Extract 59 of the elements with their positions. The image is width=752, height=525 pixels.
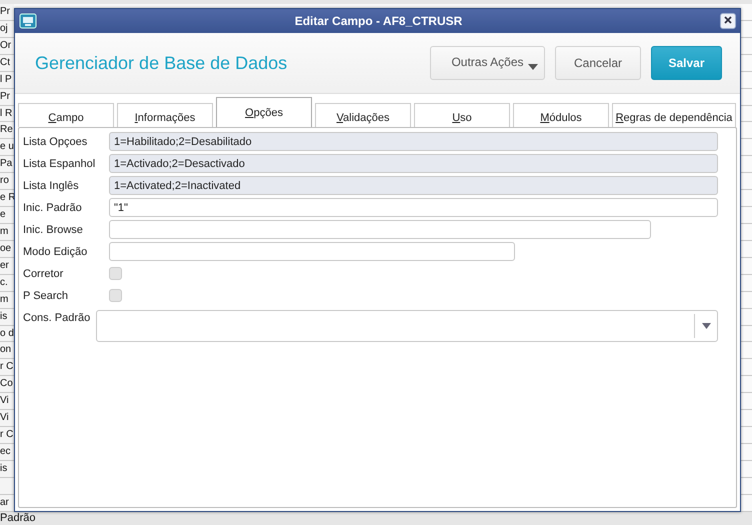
- list-cell: ar: [0, 494, 14, 512]
- list-cell: r C: [0, 359, 14, 376]
- tab[interactable]: Uso: [414, 103, 510, 127]
- list-cell: Pr: [0, 88, 14, 106]
- list-cell: Co: [0, 376, 14, 394]
- tab[interactable]: Validações: [315, 103, 411, 127]
- tab[interactable]: Regras de dependência: [612, 103, 736, 127]
- list-cell: l R: [0, 106, 14, 122]
- input-field[interactable]: "1": [109, 198, 718, 217]
- cancel-button[interactable]: Cancelar: [555, 46, 641, 80]
- close-icon: [724, 16, 732, 24]
- input-field[interactable]: 1=Activado;2=Desactivado: [109, 154, 718, 173]
- field-label: Lista Opçoes: [23, 136, 88, 148]
- list-cell: r C: [0, 427, 14, 444]
- tab[interactable]: Opções: [216, 97, 312, 127]
- window-title: Editar Campo - AF8_CTRUSR: [294, 14, 464, 28]
- list-cell: oj: [0, 20, 14, 38]
- field-label: Inic. Padrão: [23, 202, 83, 214]
- tab[interactable]: Campo: [18, 103, 114, 127]
- dropdown-field[interactable]: [96, 310, 718, 342]
- list-cell: on: [0, 342, 14, 360]
- input-field[interactable]: 1=Habilitado;2=Desabilitado: [109, 132, 718, 151]
- field-label: P Search: [23, 290, 70, 302]
- list-cell: oe: [0, 240, 14, 258]
- field-label: Inic. Browse: [23, 224, 84, 236]
- input-field[interactable]: [109, 220, 651, 239]
- list-cell: er: [0, 258, 14, 275]
- list-cell: Pr: [0, 4, 14, 21]
- list-cell: ro: [0, 173, 14, 190]
- field-label: Corretor: [23, 268, 64, 280]
- close-button[interactable]: [720, 13, 736, 29]
- field-label: Lista Inglês: [23, 180, 80, 192]
- list-cell: Vi: [0, 410, 14, 428]
- list-cell: Pa: [0, 156, 14, 174]
- page-title: Gerenciador de Base de Dados: [35, 52, 288, 74]
- tab[interactable]: Módulos: [513, 103, 609, 127]
- list-cell: Ct: [0, 54, 14, 72]
- list-cell: c.: [0, 274, 14, 292]
- list-cell: e: [0, 207, 14, 224]
- tab[interactable]: Informações: [117, 103, 213, 127]
- list-cell: is: [0, 460, 14, 478]
- list-cell: e u: [0, 139, 14, 156]
- list-cell: m: [0, 292, 14, 309]
- field-label: Modo Edição: [23, 246, 88, 258]
- field-label: Cons. Padrão: [23, 311, 92, 324]
- list-cell: l P: [0, 72, 14, 89]
- input-field[interactable]: 1=Activated;2=Inactivated: [109, 176, 718, 195]
- list-cell: m: [0, 224, 14, 241]
- list-cell: Or: [0, 38, 14, 55]
- input-field[interactable]: [109, 242, 515, 261]
- list-cell: Re: [0, 122, 14, 140]
- list-cell: is: [0, 308, 14, 326]
- list-cell: Vi: [0, 393, 14, 410]
- list-cell: o d: [0, 326, 14, 342]
- field-label: Lista Espanhol: [23, 158, 96, 170]
- list-cell: ec: [0, 444, 14, 461]
- menu-button[interactable]: Outras Ações: [430, 46, 545, 80]
- caret-icon: [702, 323, 710, 329]
- app-icon: [19, 13, 37, 29]
